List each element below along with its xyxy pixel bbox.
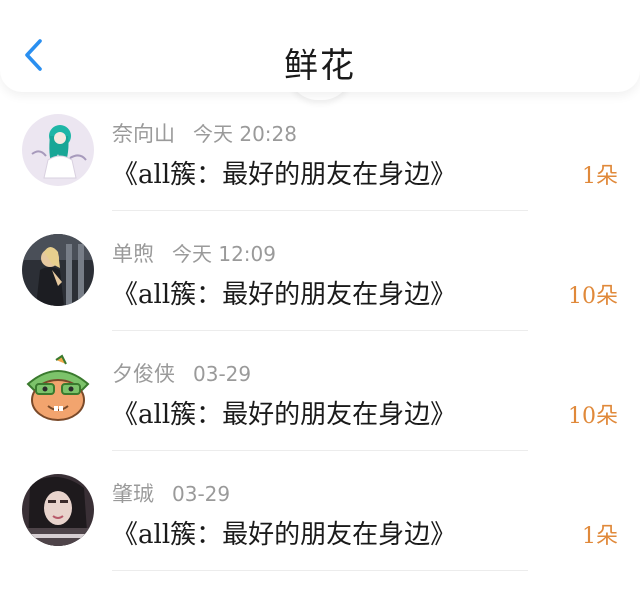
divider (112, 570, 528, 571)
timestamp: 03-29 (172, 482, 231, 506)
avatar[interactable] (22, 114, 94, 186)
list-item[interactable]: 单煦 今天 12:09 《all簇：最好的朋友在身边》 10朵 (0, 234, 640, 354)
user-name[interactable]: 肇珹 (112, 482, 154, 506)
flower-count: 1朵 (582, 524, 618, 549)
flower-count: 10朵 (568, 284, 618, 309)
divider (112, 330, 528, 331)
flower-count: 10朵 (568, 404, 618, 429)
work-title[interactable]: 《all簇：最好的朋友在身边》 (112, 514, 456, 551)
app-header: 鲜花 (0, 0, 640, 92)
work-title[interactable]: 《all簇：最好的朋友在身边》 (112, 154, 456, 191)
work-title[interactable]: 《all簇：最好的朋友在身边》 (112, 274, 456, 311)
user-name[interactable]: 夕俊侠 (112, 362, 175, 386)
timestamp: 今天 12:09 (172, 242, 276, 266)
avatar[interactable] (22, 474, 94, 546)
list-item[interactable]: 肇珹 03-29 《all簇：最好的朋友在身边》 1朵 (0, 474, 640, 594)
work-title[interactable]: 《all簇：最好的朋友在身边》 (112, 394, 456, 431)
divider (112, 210, 528, 211)
user-name[interactable]: 奈向山 (112, 122, 175, 146)
item-meta: 肇珹 03-29 (112, 478, 230, 508)
item-meta: 单煦 今天 12:09 (112, 238, 276, 268)
timestamp: 今天 20:28 (193, 122, 297, 146)
divider (112, 450, 528, 451)
user-name[interactable]: 单煦 (112, 242, 154, 266)
list-item[interactable]: 奈向山 今天 20:28 《all簇：最好的朋友在身边》 1朵 (0, 114, 640, 234)
list-item[interactable]: 夕俊侠 03-29 《all簇：最好的朋友在身边》 10朵 (0, 354, 640, 474)
item-meta: 夕俊侠 03-29 (112, 358, 251, 388)
flower-count: 1朵 (582, 164, 618, 189)
avatar[interactable] (22, 354, 94, 426)
avatar[interactable] (22, 234, 94, 306)
page-title: 鲜花 (284, 46, 356, 86)
timestamp: 03-29 (193, 362, 252, 386)
item-meta: 奈向山 今天 20:28 (112, 118, 297, 148)
